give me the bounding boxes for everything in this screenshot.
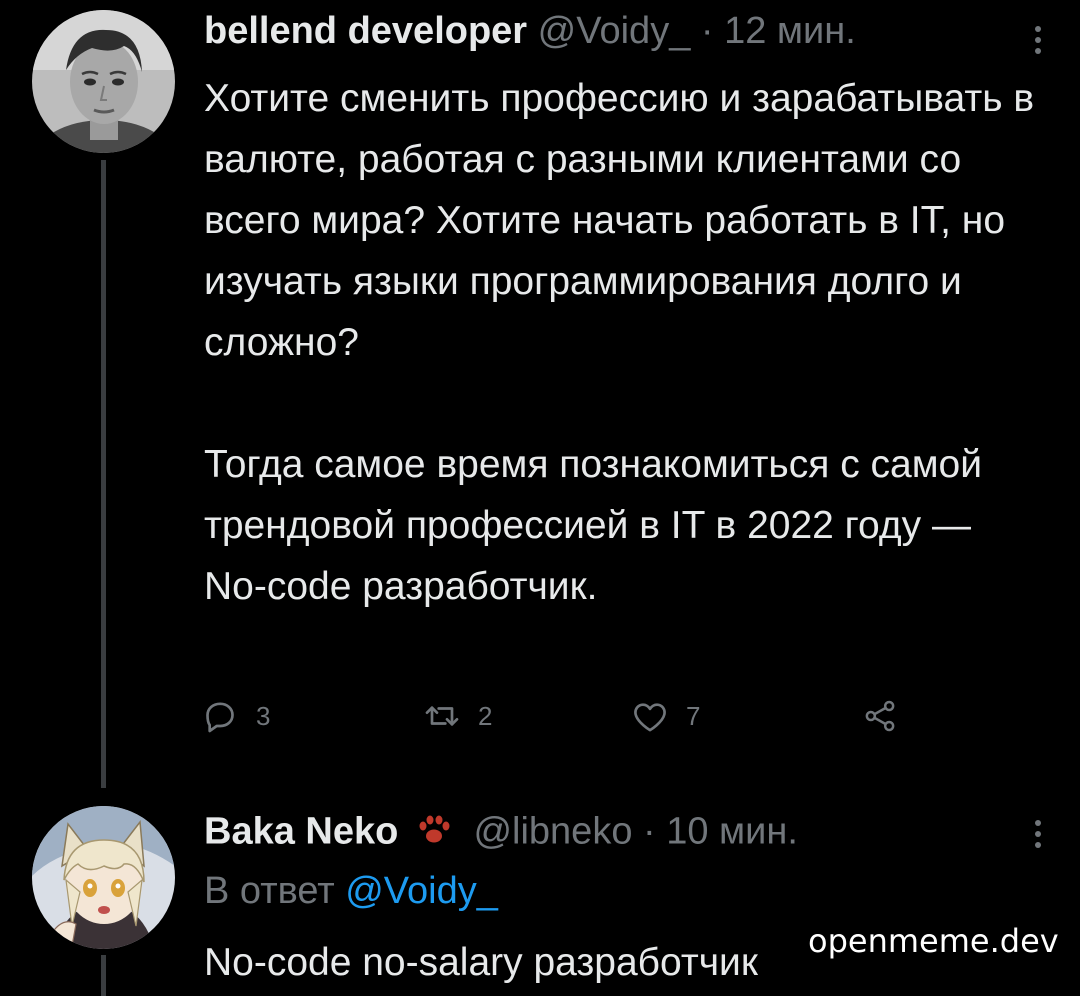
reply-tweet-header: Baka Neko @libneko · 10 мин.: [204, 808, 798, 859]
paw-print-icon: [415, 808, 453, 859]
more-options-icon[interactable]: [1032, 820, 1044, 853]
more-options-icon[interactable]: [1032, 26, 1044, 59]
reply-author-avatar[interactable]: [32, 806, 175, 949]
share-icon: [865, 700, 895, 732]
like-count: 7: [686, 700, 701, 731]
meta-separator: ·: [643, 810, 656, 853]
anime-avatar-icon: [32, 806, 175, 949]
author-handle[interactable]: @Voidy_: [538, 10, 691, 52]
retweet-button[interactable]: 2: [422, 696, 492, 736]
author-avatar[interactable]: [32, 10, 175, 153]
heart-icon: [634, 703, 666, 732]
tweet-actions: 3 2 7: [200, 696, 920, 742]
author-name[interactable]: bellend developer: [204, 10, 527, 52]
tweet-timestamp[interactable]: 12 мин.: [724, 10, 856, 52]
reply-timestamp[interactable]: 10 мин.: [666, 811, 798, 853]
reply-icon: [206, 702, 234, 733]
reply-button[interactable]: 3: [200, 696, 270, 736]
reply-tweet-text: No-code no-salary разработчик: [204, 941, 758, 984]
reply-author-name[interactable]: Baka Neko: [204, 811, 398, 853]
reply-author-handle[interactable]: @libneko: [473, 811, 632, 853]
replying-to: В ответ @Voidy_: [204, 868, 498, 914]
reply-mention-link[interactable]: @Voidy_: [345, 870, 498, 912]
share-button[interactable]: [860, 696, 900, 736]
retweet-count: 2: [478, 700, 493, 731]
tweet-header: bellend developer @Voidy_ · 12 мин.: [204, 8, 856, 54]
tweet-paragraph: Тогда самое время познакомиться с самой …: [204, 443, 983, 608]
watermark: openmeme.dev: [804, 922, 1063, 960]
thread-connector-line-bottom: [101, 955, 106, 996]
thread-connector-line: [101, 160, 106, 788]
reply-prefix: В ответ: [204, 870, 335, 912]
avatar-photo-icon: [32, 10, 175, 153]
like-button[interactable]: 7: [630, 696, 700, 736]
tweet-text: Хотите сменить профессию и зарабатывать …: [204, 68, 1044, 617]
reply-count: 3: [256, 700, 271, 731]
tweet-paragraph: Хотите сменить профессию и зарабатывать …: [204, 77, 1035, 364]
retweet-icon: [425, 706, 459, 726]
meta-separator: ·: [700, 10, 714, 52]
